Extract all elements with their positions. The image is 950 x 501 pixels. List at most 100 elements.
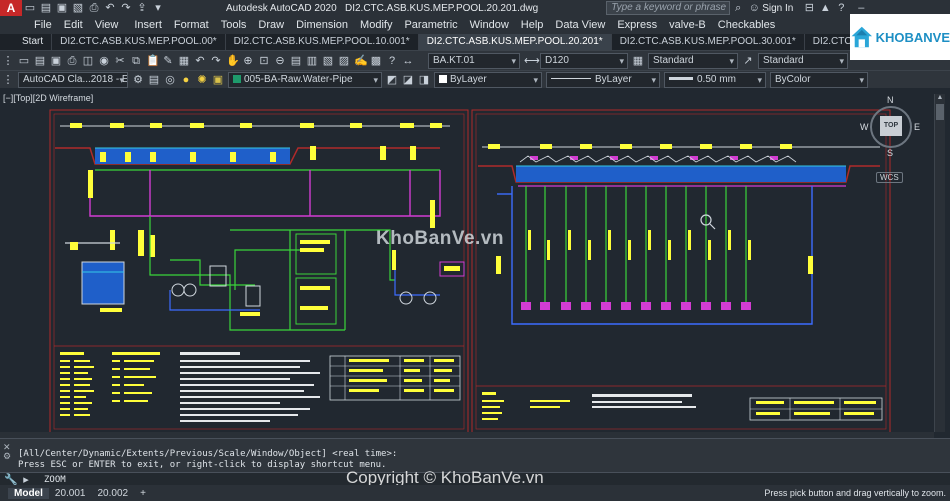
scroll-up-arrow-icon[interactable]: ▲ <box>935 94 945 102</box>
table-icon[interactable]: ▦ <box>632 55 644 67</box>
save-icon[interactable]: ▣ <box>56 2 68 14</box>
viewcube[interactable]: TOP N S W E <box>860 95 920 158</box>
print-icon[interactable]: ⎙ <box>88 2 100 14</box>
copy-icon[interactable]: ⧉ <box>130 55 142 67</box>
menu-tools[interactable]: Tools <box>215 19 253 31</box>
preview-icon[interactable]: ◫ <box>82 55 94 67</box>
menu-checkables[interactable]: Checkables <box>712 19 781 31</box>
toolpalettes-icon[interactable]: ▧ <box>322 55 334 67</box>
saveas-icon[interactable]: ▧ <box>72 2 84 14</box>
redo-icon[interactable]: ↷ <box>210 55 222 67</box>
menu-parametric[interactable]: Parametric <box>398 19 463 31</box>
save-icon[interactable]: ▣ <box>50 55 62 67</box>
layout-tab-1[interactable]: 20.001 <box>49 488 92 499</box>
compass-south[interactable]: S <box>887 148 893 158</box>
cart-icon[interactable]: ⊟ <box>803 2 815 14</box>
autodesk-a360-icon[interactable]: ▲ <box>819 2 831 14</box>
paste-icon[interactable]: 📋 <box>146 55 160 67</box>
tab-file-20[interactable]: DI2.CTC.ASB.KUS.MEP.POOL.20.201* <box>418 34 612 50</box>
calc-icon[interactable]: ▩ <box>370 55 382 67</box>
menu-data-view[interactable]: Data View <box>549 19 611 31</box>
layer-properties-icon[interactable]: ▤ <box>148 74 160 86</box>
drawing-viewport[interactable]: [−][Top][2D Wireframe] KhoBanVe.vn TOP N… <box>0 90 950 438</box>
menu-format[interactable]: Format <box>168 19 215 31</box>
menu-help[interactable]: Help <box>515 19 550 31</box>
tab-start[interactable]: Start <box>0 34 53 50</box>
undo-icon[interactable]: ↶ <box>194 55 206 67</box>
compass-west[interactable]: W <box>860 122 869 132</box>
workspace-dropdown[interactable]: AutoCAD Cla...2018 - English <box>18 71 128 88</box>
color-dropdown[interactable]: ByLayer <box>434 71 542 88</box>
pan-icon[interactable]: ✋ <box>226 55 240 67</box>
viewcube-top-face[interactable]: TOP <box>880 116 902 136</box>
plotstyle-dropdown[interactable]: ByColor <box>770 71 868 88</box>
help-icon[interactable]: ? <box>386 55 398 67</box>
layer-dropdown[interactable]: 005-BA-Raw.Water-Pipe <box>228 71 382 88</box>
linetype-dropdown[interactable]: ByLayer <box>546 71 660 88</box>
vertical-scrollbar[interactable]: ▲ <box>934 94 945 432</box>
lineweight-dropdown[interactable]: 0.50 mm <box>664 71 766 88</box>
menu-insert[interactable]: Insert <box>124 19 168 31</box>
search-icon[interactable]: ⌕ <box>732 2 744 14</box>
new-icon[interactable]: ▭ <box>18 55 30 67</box>
publish-icon[interactable]: ◉ <box>98 55 110 67</box>
menu-express[interactable]: Express <box>611 19 663 31</box>
bulb-icon[interactable]: ● <box>180 74 192 86</box>
cut-icon[interactable]: ✂ <box>114 55 126 67</box>
undo-icon[interactable]: ↶ <box>104 2 116 14</box>
command-prompt[interactable]: ZOOM <box>44 475 66 485</box>
gear-icon[interactable]: ⚙ <box>132 74 144 86</box>
zoom-realtime-icon[interactable]: ⊕ <box>242 55 254 67</box>
make-current-icon[interactable]: ◩ <box>386 74 398 86</box>
zoom-window-icon[interactable]: ⊡ <box>258 55 270 67</box>
search-input[interactable]: Type a keyword or phrase <box>606 1 731 15</box>
lock-icon[interactable]: ▣ <box>212 74 224 86</box>
user-icon[interactable]: ☺ <box>748 2 760 14</box>
tab-file-00[interactable]: DI2.CTC.ASB.KUS.MEP.POOL.00* <box>52 34 226 50</box>
dimension-icon[interactable]: ⟷ <box>524 55 540 67</box>
wcs-menu[interactable]: WCS <box>876 172 903 183</box>
designcenter-icon[interactable]: ▥ <box>306 55 318 67</box>
menu-file[interactable]: File <box>28 19 58 31</box>
sign-in-link[interactable]: Sign In <box>762 3 793 14</box>
layout-tab-2[interactable]: 20.002 <box>91 488 134 499</box>
add-layout-button[interactable]: + <box>134 488 152 499</box>
open-icon[interactable]: ▤ <box>40 2 52 14</box>
scroll-thumb[interactable] <box>936 104 944 120</box>
command-window-grip[interactable]: ✕ ⚙ <box>3 443 13 469</box>
plot-icon[interactable]: ⎙ <box>66 55 78 67</box>
menu-modify[interactable]: Modify <box>354 19 398 31</box>
multileader-icon[interactable]: ↗ <box>742 55 754 67</box>
menu-window[interactable]: Window <box>464 19 515 31</box>
menu-draw[interactable]: Draw <box>252 19 290 31</box>
layout-tab-model[interactable]: Model <box>8 487 49 499</box>
help-icon[interactable]: ? <box>835 2 847 14</box>
dim-style-dropdown[interactable]: D120 <box>540 52 628 69</box>
tab-file-30[interactable]: DI2.CTC.ASB.KUS.MEP.POOL.30.001* <box>612 34 805 50</box>
sun-icon[interactable]: ✺ <box>196 74 208 86</box>
matchprop-icon[interactable]: ✎ <box>162 55 174 67</box>
properties-icon[interactable]: ▤ <box>290 55 302 67</box>
table-style-dropdown[interactable]: Standard <box>758 52 848 69</box>
new-icon[interactable]: ▭ <box>24 2 36 14</box>
layer-match-icon[interactable]: ◪ <box>402 74 414 86</box>
markup-icon[interactable]: ✍ <box>354 55 368 67</box>
dropdown-icon[interactable]: ▾ <box>152 2 164 14</box>
menu-view[interactable]: View <box>89 19 125 31</box>
menu-edit[interactable]: Edit <box>58 19 89 31</box>
compass-east[interactable]: E <box>914 122 920 132</box>
layer-state-dropdown[interactable]: BA.KT.01 <box>428 52 520 69</box>
menu-valve-b[interactable]: valve-B <box>663 19 712 31</box>
dimstyle-icon[interactable]: ↔ <box>402 55 414 67</box>
block-icon[interactable]: ▦ <box>178 55 190 67</box>
layer-iso-icon[interactable]: ◨ <box>418 74 430 86</box>
tab-file-10[interactable]: DI2.CTC.ASB.KUS.MEP.POOL.10.001* <box>226 34 419 50</box>
text-style-dropdown[interactable]: Standard <box>648 52 738 69</box>
menu-dimension[interactable]: Dimension <box>290 19 354 31</box>
layer-previous-icon[interactable]: ◎ <box>164 74 176 86</box>
compass-north[interactable]: N <box>887 95 894 105</box>
open-icon[interactable]: ▤ <box>34 55 46 67</box>
app-menu-button[interactable]: A <box>0 0 22 16</box>
zoom-previous-icon[interactable]: ⊖ <box>274 55 286 67</box>
redo-icon[interactable]: ↷ <box>120 2 132 14</box>
